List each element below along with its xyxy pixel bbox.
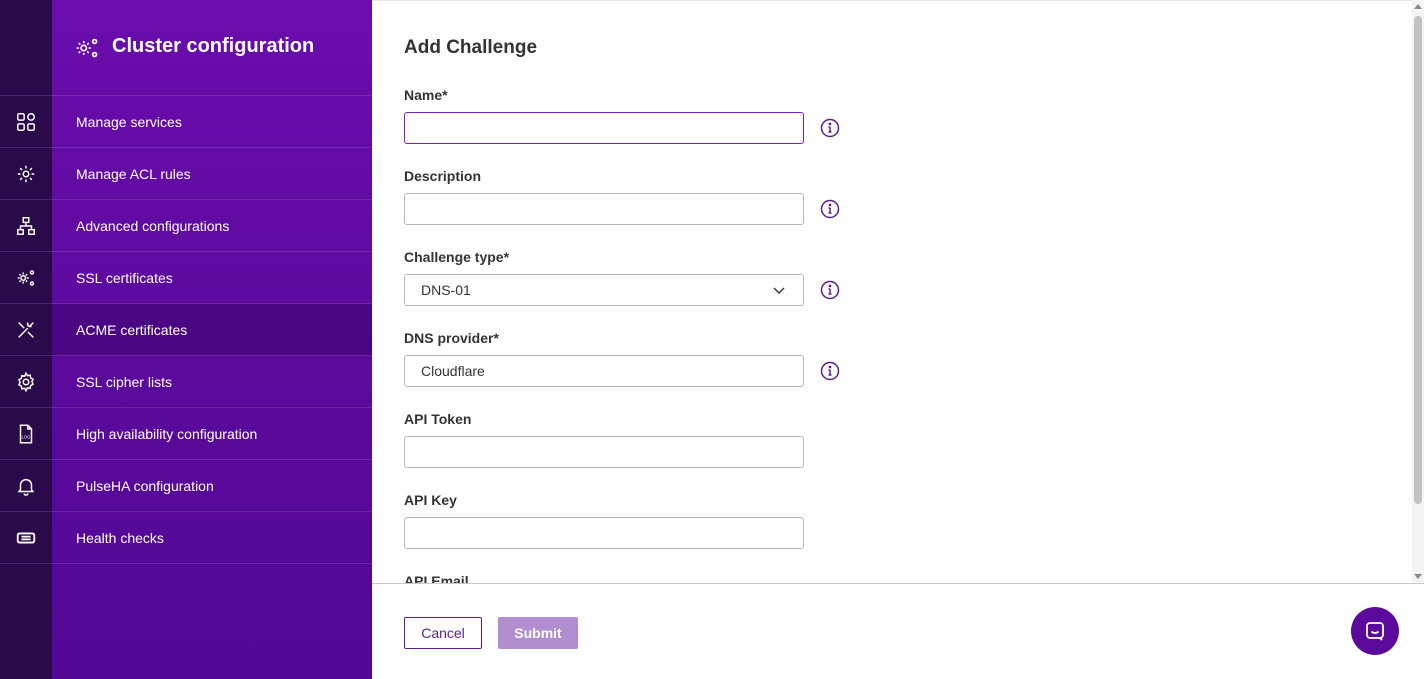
rail-gears-icon[interactable] <box>0 252 52 304</box>
form-footer: Cancel Submit <box>372 583 1424 679</box>
chat-icon <box>1366 622 1384 641</box>
rail-gear-icon[interactable] <box>0 356 52 408</box>
main-panel: Add Challenge Name* Description Challeng… <box>372 0 1424 679</box>
description-label: Description <box>404 168 482 184</box>
sidebar-item-ssl-cipher-lists[interactable]: SSL cipher lists <box>52 356 372 408</box>
cancel-button[interactable]: Cancel <box>404 617 482 649</box>
rail-bell-icon[interactable] <box>0 460 52 512</box>
api-email-label: API Email <box>404 573 469 583</box>
sidebar-header: Cluster configuration <box>52 0 372 96</box>
sidebar-item-pulseha[interactable]: PulseHA configuration <box>52 460 372 512</box>
page-title: Add Challenge <box>404 37 538 58</box>
sidebar-title: Cluster configuration <box>112 35 315 57</box>
api-key-input[interactable] <box>404 517 804 549</box>
api-token-input[interactable] <box>404 436 804 468</box>
svg-text:LOG: LOG <box>22 434 31 439</box>
api-key-label: API Key <box>404 492 457 508</box>
challenge-type-select[interactable]: DNS-01 <box>404 274 804 306</box>
cluster-gears-icon <box>76 38 98 57</box>
name-label: Name* <box>404 87 448 103</box>
sidebar-item-health-checks[interactable]: Health checks <box>52 512 372 564</box>
rail-gear-network-icon[interactable] <box>0 148 52 200</box>
icon-rail: LOG <box>0 0 52 679</box>
challenge-type-value: DNS-01 <box>421 282 471 298</box>
sidebar-item-acme-certificates[interactable]: ACME certificates <box>52 304 372 356</box>
challenge-type-label: Challenge type* <box>404 249 510 265</box>
name-input[interactable] <box>404 112 804 144</box>
description-info-icon[interactable] <box>820 199 840 219</box>
rail-sitemap-icon[interactable] <box>0 200 52 252</box>
challenge-type-info-icon[interactable] <box>820 280 840 300</box>
rail-log-file-icon[interactable]: LOG <box>0 408 52 460</box>
sidebar-item-high-availability[interactable]: High availability configuration <box>52 408 372 460</box>
submit-button[interactable]: Submit <box>498 617 578 649</box>
dns-provider-info-icon[interactable] <box>820 361 840 381</box>
sidebar-item-ssl-certificates[interactable]: SSL certificates <box>52 252 372 304</box>
api-token-label: API Token <box>404 411 472 427</box>
rail-header <box>0 0 52 96</box>
vertical-scrollbar[interactable] <box>1412 0 1424 583</box>
chevron-down-icon <box>773 287 785 294</box>
sidebar-item-manage-acl-rules[interactable]: Manage ACL rules <box>52 148 372 200</box>
description-input[interactable] <box>404 193 804 225</box>
rail-ticket-icon[interactable] <box>0 512 52 564</box>
scroll-up-icon[interactable] <box>1414 4 1422 9</box>
chat-launcher-button[interactable] <box>1351 607 1399 655</box>
rail-tools-icon[interactable] <box>0 304 52 356</box>
form-scroll-area: Add Challenge Name* Description Challeng… <box>372 0 1412 583</box>
rail-grid-icon[interactable] <box>0 96 52 148</box>
sidebar-item-manage-services[interactable]: Manage services <box>52 96 372 148</box>
sidebar: Cluster configuration Manage services Ma… <box>52 0 372 679</box>
dns-provider-input[interactable] <box>404 355 804 387</box>
dns-provider-label: DNS provider* <box>404 330 499 346</box>
scroll-down-icon[interactable] <box>1414 574 1422 579</box>
name-info-icon[interactable] <box>820 118 840 138</box>
scroll-thumb[interactable] <box>1414 16 1422 504</box>
sidebar-item-advanced-configurations[interactable]: Advanced configurations <box>52 200 372 252</box>
